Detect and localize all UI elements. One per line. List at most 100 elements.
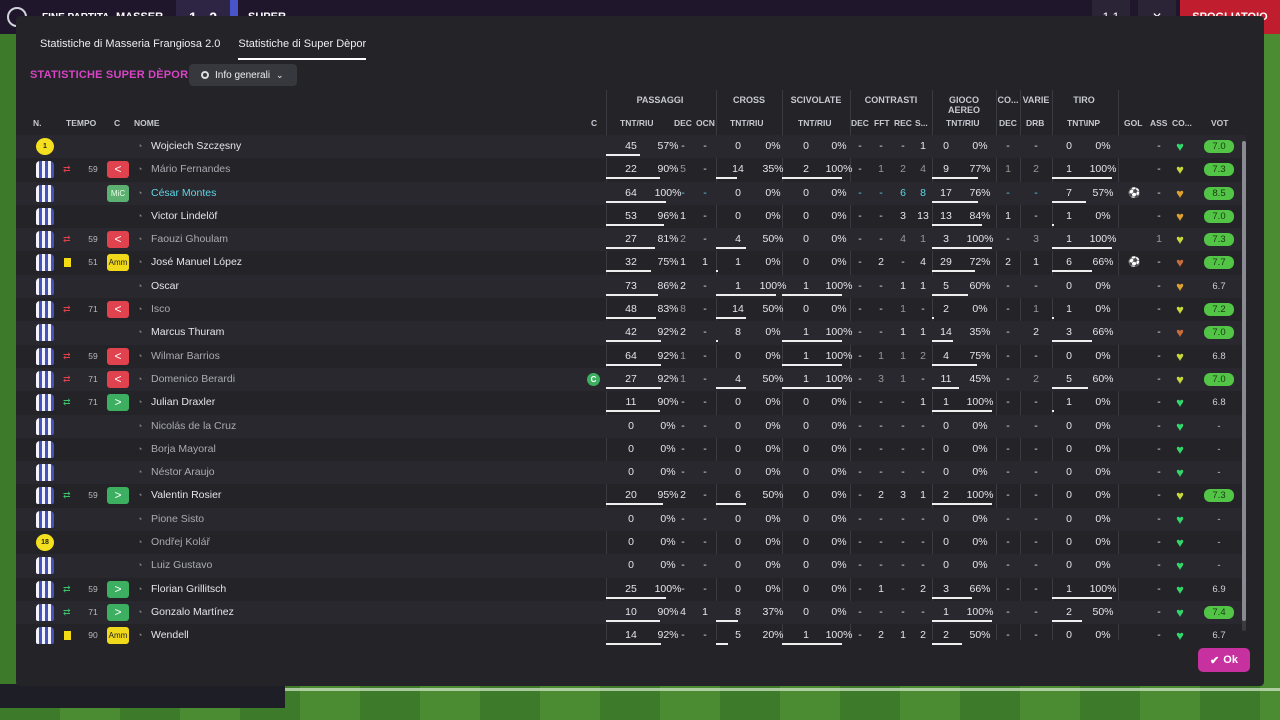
success-bar	[606, 596, 666, 599]
ok-button[interactable]: ✔ Ok	[1198, 648, 1250, 672]
tab-home-stats[interactable]: Statistiche di Masseria Frangiosa 2.0	[40, 38, 220, 60]
table-row[interactable]: ◔ Luiz Gustavo 0 0% - -0 0% 0 0% - - - -0 0% - -0 0% - ♥ -	[16, 554, 1246, 578]
col-contrasti-dec[interactable]: DEC	[851, 118, 869, 128]
col-voto[interactable]: VOT	[1211, 118, 1228, 128]
col-condizione[interactable]: CO...	[1172, 118, 1192, 128]
col-varie-drb[interactable]: DRB	[1026, 118, 1044, 128]
col-contrasti-fft[interactable]: FFT	[874, 118, 890, 128]
scrollbar-thumb[interactable]	[1242, 141, 1246, 621]
stat-var-drb: -	[1034, 489, 1038, 502]
success-bar	[932, 410, 992, 413]
col-passaggi-ocn[interactable]: OCN	[696, 118, 715, 128]
table-row[interactable]: MiC ◔ César Montes 64 100% - -0 0% 0 0% - -6 8 17 76% -…	[16, 181, 1246, 205]
player-name[interactable]: Luiz Gustavo	[151, 554, 212, 577]
stat-con-s: -	[921, 512, 925, 525]
player-name[interactable]: Domenico Berardi	[151, 368, 235, 391]
player-name[interactable]: Victor Lindelöf	[151, 205, 217, 228]
stat-co-dec: -	[1006, 326, 1010, 339]
col-co-dec[interactable]: DEC	[999, 118, 1017, 128]
view-dropdown[interactable]: Info generali ⌄	[189, 64, 297, 86]
stat-con-rec: 1	[900, 303, 906, 316]
stat-aer-att: 0	[943, 512, 949, 525]
stat-con-dec: -	[858, 209, 862, 222]
col-tiro-tnt-inp[interactable]: TNT\INP	[1067, 118, 1100, 128]
player-name[interactable]: Mário Fernandes	[151, 158, 230, 181]
table-row[interactable]: 90 Amm ◔ Wendell 14 92% - -5 20% 1 100% -2 1 2 2 50% - -0…	[16, 624, 1246, 647]
col-passaggi-tnt-riu[interactable]: TNT/RIU	[620, 118, 654, 128]
col-scivolate-tnt-riu[interactable]: TNT/RIU	[798, 118, 832, 128]
stat-co-dec: -	[1006, 186, 1010, 199]
table-row[interactable]: ⇄ 71 < ◔ Isco 48 83% 8-14 50% 0 0% - -1-2 0% -1 1 0% - ♥ 7.…	[16, 298, 1246, 321]
table-row[interactable]: 51 Amm ◔ José Manuel López 32 75% 1 1 1 0% 0 0% -2-4…	[16, 251, 1246, 274]
scrollbar[interactable]	[1242, 141, 1246, 631]
player-name[interactable]: Marcus Thuram	[151, 321, 224, 344]
col-contrasti-s[interactable]: S...	[915, 118, 928, 128]
col-nome[interactable]: NOME	[134, 118, 160, 128]
player-name[interactable]: Nicolás de la Cruz	[151, 415, 236, 438]
player-name[interactable]: Ondřej Kolář	[151, 531, 210, 554]
table-row[interactable]: 18 ◔ Ondřej Kolář 0 0% - -0 0% 0 0% - - - -0 0% - -0 0% - ♥…	[16, 531, 1246, 554]
player-name[interactable]: Borja Mayoral	[151, 438, 216, 461]
stat-var-drb: -	[1034, 536, 1038, 549]
table-row[interactable]: ⇄ 71 > ◔ Julian Draxler 11 90% - -0 0% 0 0% - - -1 1 100…	[16, 391, 1246, 414]
col-c[interactable]: C	[114, 118, 120, 128]
table-row[interactable]: ◔ Pione Sisto 0 0% - -0 0% 0 0% - - - -0 0% - -0 0% - ♥ -	[16, 507, 1246, 532]
player-name[interactable]: Pione Sisto	[151, 508, 204, 531]
col-aereo-tnt-riu[interactable]: TNT/RIU	[946, 118, 980, 128]
stat-co-dec: -	[1006, 466, 1010, 479]
col-cross-tnt-riu[interactable]: TNT/RIU	[730, 118, 764, 128]
table-row[interactable]: ⇄ 59 < ◔ Mário Fernandes 22 90% 5-14 35% 2 100% -1 2…	[16, 158, 1246, 181]
player-name[interactable]: Florian Grillitsch	[151, 578, 226, 601]
stat-tir-att: 0	[1066, 279, 1072, 292]
sub-on-icon: ⇄	[63, 397, 71, 408]
player-name[interactable]: Néstor Araujo	[151, 461, 215, 484]
table-row[interactable]: ◔ Victor Lindelöf 53 96% 1-0 0% 0 0% - -3 13 13 84% 1…	[16, 205, 1246, 228]
table-row[interactable]: ⇄ 59 < ◔ Faouzi Ghoulam 27 81% 2-4 50% 0 0% - -4 1 3 10…	[16, 228, 1246, 252]
player-name[interactable]: José Manuel López	[151, 251, 242, 274]
col-ass[interactable]: ASS	[1150, 118, 1167, 128]
player-name[interactable]: Wendell	[151, 624, 189, 647]
col-tempo[interactable]: TEMPO	[66, 118, 96, 128]
table-row[interactable]: ⇄ 71 > ◔ Gonzalo Martínez 10 90% 4 1 8 37% 0 0% - - - -1…	[16, 600, 1246, 625]
stat-aer-pct: 45%	[969, 372, 991, 385]
player-name[interactable]: Oscar	[151, 275, 179, 298]
table-row[interactable]: 1 ◔ Wojciech Szczęsny 45 57% - -0 0% 0 0% - - -1 0 0% -…	[16, 135, 1246, 159]
col-gol[interactable]: GOL	[1124, 118, 1142, 128]
table-row[interactable]: ⇄ 59 > ◔ Valentin Rosier 20 95% 2-6 50% 0 0% -2 3 1 2 1…	[16, 484, 1246, 507]
stat-cro-att: 0	[735, 396, 741, 409]
stat-var-drb: -	[1034, 442, 1038, 455]
success-bar	[1052, 340, 1092, 343]
person-icon: ◔	[137, 210, 143, 221]
table-row[interactable]: ◔ Oscar 73 86% 2-1 100% 1 100% - -1 1 5 60% - -0 0% - ♥ 6.…	[16, 274, 1246, 299]
player-name[interactable]: Julian Draxler	[151, 391, 215, 414]
col-n[interactable]: N.	[33, 118, 42, 128]
table-row[interactable]: ◔ Nicolás de la Cruz 0 0% - -0 0% 0 0% - - - -0 0% - -0…	[16, 414, 1246, 438]
col-passaggi-dec[interactable]: DEC	[674, 118, 692, 128]
table-row[interactable]: ◔ Borja Mayoral 0 0% - -0 0% 0 0% - - - -0 0% - -0 0% - ♥ -	[16, 438, 1246, 461]
tab-away-stats[interactable]: Statistiche di Super Dèpor	[238, 38, 367, 60]
player-name[interactable]: Wilmar Barrios	[151, 345, 220, 368]
player-rating: 8.5	[1204, 186, 1234, 200]
stat-con-fft: -	[879, 279, 883, 292]
col-captain[interactable]: C	[591, 118, 597, 128]
stat-sci-att: 0	[803, 256, 809, 269]
player-name[interactable]: Isco	[151, 298, 170, 321]
stat-con-fft: -	[879, 140, 883, 152]
col-contrasti-rec[interactable]: REC	[894, 118, 912, 128]
table-row[interactable]: ⇄ 59 < ◔ Wilmar Barrios 64 92% 1-0 0% 1 100% -1 1 2 4 7…	[16, 345, 1246, 368]
player-name[interactable]: Valentin Rosier	[151, 484, 221, 507]
stat-aer-att: 0	[943, 559, 949, 572]
stat-sci-att: 0	[803, 466, 809, 479]
player-name[interactable]: Faouzi Ghoulam	[151, 228, 228, 251]
table-row[interactable]: ⇄ 71 < ◔ Domenico Berardi C 27 92% 1-4 50% 1 100% -3…	[16, 367, 1246, 392]
table-row[interactable]: ◔ Marcus Thuram 42 92% 2-8 0% 1 100% - -1 1 14 35% -2…	[16, 321, 1246, 345]
player-name[interactable]: Wojciech Szczęsny	[151, 135, 241, 158]
table-row[interactable]: ◔ Néstor Araujo 0 0% - -0 0% 0 0% - - - -0 0% - -0 0% - ♥ -	[16, 461, 1246, 485]
table-row[interactable]: ⇄ 59 > ◔ Florian Grillitsch 25 100% - -0 0% 0 0% -1-…	[16, 578, 1246, 601]
stat-tir-att: 0	[1066, 349, 1072, 362]
stat-ass: -	[1157, 582, 1161, 595]
stat-con-dec: -	[858, 442, 862, 455]
player-name[interactable]: César Montes	[151, 182, 216, 205]
player-rating: -	[1217, 560, 1221, 572]
player-name[interactable]: Gonzalo Martínez	[151, 601, 234, 624]
